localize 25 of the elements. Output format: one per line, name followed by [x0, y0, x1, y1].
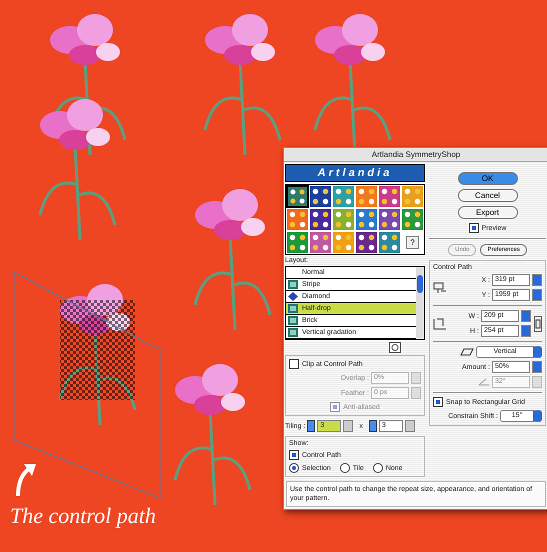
pattern-icon: [288, 280, 298, 289]
angle-icon: [478, 378, 490, 386]
radio-button[interactable]: [340, 463, 350, 473]
symmetry-tile[interactable]: [286, 185, 309, 208]
preview-checkbox[interactable]: [468, 223, 479, 233]
resize-icon: [433, 318, 447, 330]
window-title: Artlandia SymmetryShop: [284, 148, 547, 162]
cancel-button[interactable]: Cancel: [458, 189, 518, 202]
help-button[interactable]: ?: [406, 236, 419, 249]
clip-checkbox[interactable]: [289, 359, 299, 369]
curved-arrow-icon: [14, 462, 38, 498]
skew-icon: [460, 348, 474, 356]
caption: The control path: [10, 503, 156, 529]
scrollbar[interactable]: [416, 267, 424, 339]
control-path-checkbox[interactable]: [289, 450, 299, 460]
export-button[interactable]: Export: [458, 206, 518, 219]
logo-banner: Artlandia: [285, 164, 425, 182]
move-icon: [433, 282, 447, 294]
link-icon[interactable]: [534, 316, 542, 332]
diamond-pattern-icon: [288, 292, 298, 301]
reset-circle-icon[interactable]: [389, 342, 401, 353]
snap-checkbox[interactable]: [433, 397, 443, 407]
radio-button[interactable]: [289, 463, 299, 473]
radio-button[interactable]: [372, 463, 383, 473]
ok-button[interactable]: OK: [458, 172, 518, 185]
